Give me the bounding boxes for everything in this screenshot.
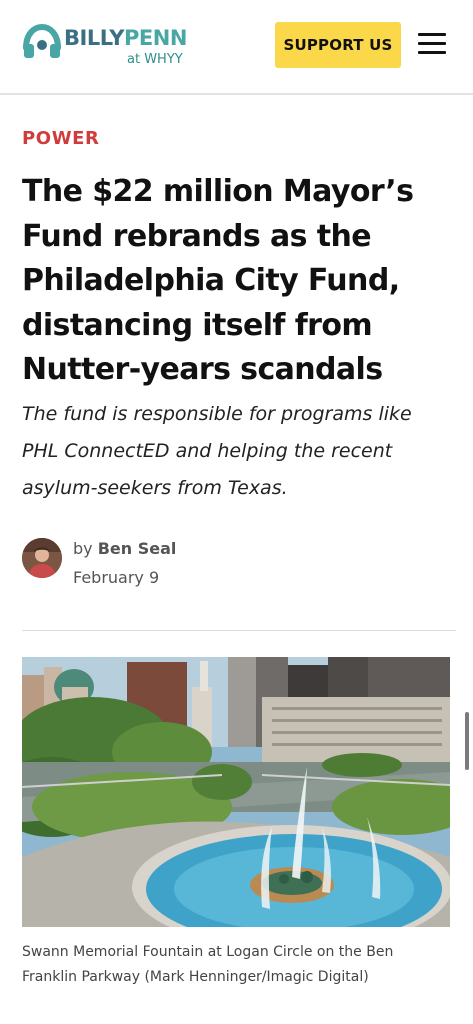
logo-headphones-icon (23, 24, 61, 58)
site-header: BILLYPENN at WHYY SUPPORT US (0, 0, 473, 95)
divider (22, 630, 456, 631)
fountain-photo (22, 657, 450, 927)
billypenn-logo[interactable]: BILLYPENN at WHYY (22, 20, 197, 70)
logo-wordmark: BILLYPENN (64, 26, 187, 50)
logo-subtitle: at WHYY (127, 52, 183, 67)
author-name-link[interactable]: Ben Seal (98, 539, 177, 558)
byline: by Ben Seal February 9 (22, 536, 442, 596)
author-avatar[interactable] (22, 538, 62, 578)
publish-date: February 9 (73, 568, 160, 587)
byline-text: by Ben Seal (73, 539, 176, 558)
support-us-button[interactable]: SUPPORT US (275, 22, 401, 68)
scrollbar[interactable] (465, 712, 469, 770)
hero-image (22, 657, 450, 927)
section-kicker[interactable]: POWER (22, 128, 100, 149)
article-headline: The $22 million Mayor’s Fund rebrands as… (22, 174, 414, 387)
hamburger-menu-icon[interactable] (418, 33, 446, 57)
image-caption: Swann Memorial Fountain at Logan Circle … (22, 944, 394, 985)
byline-prefix: by (73, 539, 93, 558)
article-dek: The fund is responsible for programs lik… (22, 403, 412, 499)
